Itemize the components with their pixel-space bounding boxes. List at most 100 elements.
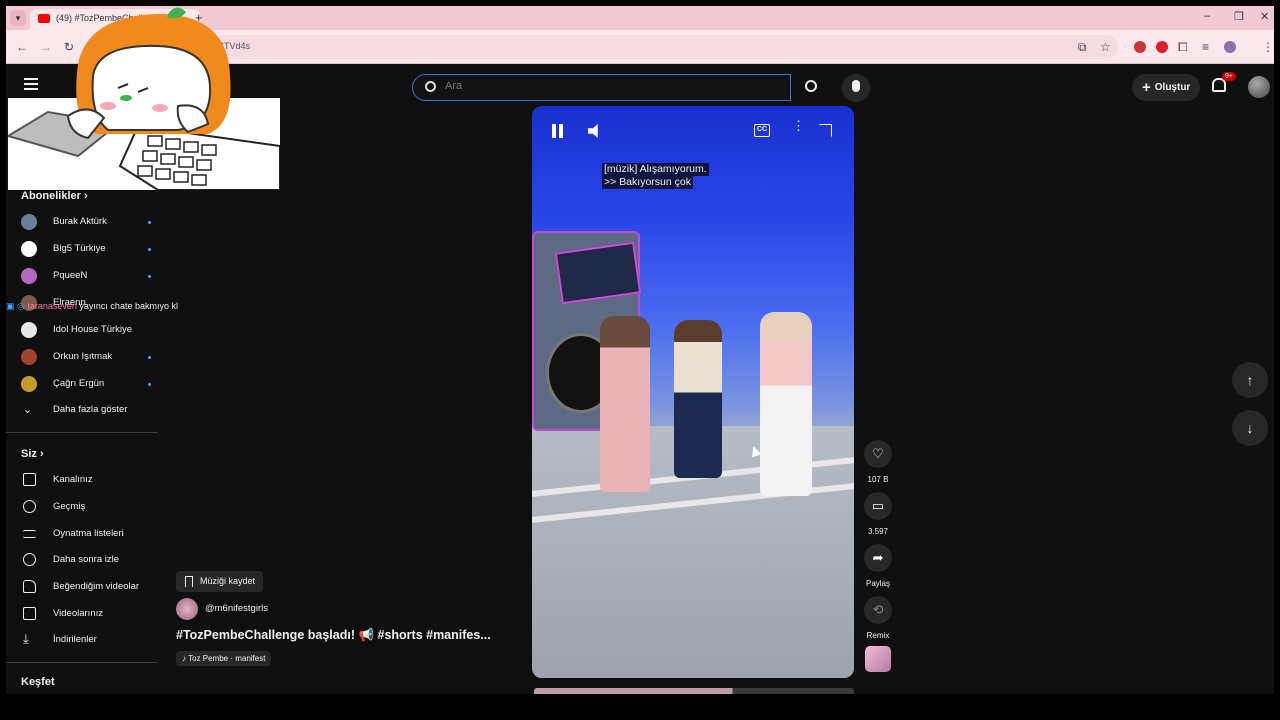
subscriptions-heading[interactable]: Abonelikler › [21, 190, 88, 202]
sidebar: Abonelikler › Burak Aktürk Big5 Türkiye … [6, 110, 166, 694]
channel-avatar [21, 349, 37, 365]
notification-badge: 9+ [1222, 72, 1236, 81]
new-content-dot [148, 275, 151, 278]
search-input[interactable] [445, 80, 775, 92]
bookmark-star-icon[interactable]: ☆ [1100, 40, 1111, 54]
sidebar-item-label: Orkun Işıtmak [53, 351, 113, 362]
sidebar-item-your-channel[interactable]: Kanalınız [21, 470, 161, 492]
chrome-menu-icon[interactable]: ⋮ [1262, 40, 1274, 54]
sidebar-item-downloads[interactable]: ⤓ İndirilenler [21, 630, 161, 652]
fullscreen-icon[interactable] [819, 124, 832, 137]
sidebar-item-label: PqueeN [53, 270, 88, 281]
sidebar-item-history[interactable]: Geçmiş [21, 497, 161, 519]
cast-icon[interactable]: ⧉ [1078, 40, 1087, 55]
sidebar-item-watch-later[interactable]: Daha sonra izle [21, 550, 161, 572]
comment-icon[interactable]: ▭ [864, 492, 892, 520]
comment-count: 3.597 [867, 527, 889, 536]
like-heart-icon[interactable]: ♡ [864, 440, 892, 468]
sidebar-item-label: Videolarınız [53, 608, 103, 619]
sidebar-item-label: Idol House Türkiye [53, 324, 133, 335]
channel-avatar [21, 214, 37, 230]
playlists-icon [23, 530, 36, 538]
media-controls-icon[interactable]: ≡ [1202, 40, 1209, 54]
like-action[interactable]: ♡ 107 B [860, 440, 896, 484]
channel-avatar [21, 241, 37, 257]
sidebar-item-label: Çağrı Ergün [53, 378, 105, 389]
channel-avatar [21, 268, 37, 284]
sidebar-item-liked-videos[interactable]: Beğendiğim videolar [21, 577, 161, 599]
sidebar-item-label: Oynatma listeleri [53, 528, 124, 539]
minimize-button[interactable]: – [1204, 10, 1210, 22]
opera-extension-icon[interactable] [1156, 41, 1168, 53]
you-heading[interactable]: Siz › [21, 448, 44, 460]
like-icon [23, 580, 36, 593]
sidebar-item-label: Geçmiş [53, 501, 86, 512]
sidebar-item-pqueen[interactable]: PqueeN [21, 266, 161, 288]
watch-later-icon [23, 553, 36, 566]
more-options-icon[interactable]: ⋮ [792, 119, 805, 132]
chevron-down-icon: ⌄ [23, 404, 33, 416]
sidebar-item-big5-turkiye[interactable]: Big5 Türkiye [21, 239, 161, 261]
next-short-preview[interactable] [534, 688, 854, 694]
sidebar-item-playlists[interactable]: Oynatma listeleri [21, 524, 161, 546]
close-window-button[interactable]: ✕ [1260, 10, 1269, 23]
explore-heading[interactable]: Keşfet [21, 676, 55, 688]
music-link[interactable]: ♪ Toz Pembe · manifest [176, 651, 272, 666]
share-label: Paylaş [865, 579, 890, 588]
video-title[interactable]: #TozPembeChallenge başladı! 📢 #shorts #m… [176, 628, 491, 643]
caption-line: [müzik] Alışamıyorum. [602, 163, 709, 176]
comment-action[interactable]: ▭ 3.597 [860, 492, 896, 536]
sidebar-item-orkun-isitmak[interactable]: Orkun Işıtmak [21, 347, 161, 369]
sidebar-item-your-videos[interactable]: Videolarınız [21, 604, 161, 626]
bookmark-icon [185, 576, 193, 587]
sidebar-item-label: Big5 Türkiye [53, 243, 106, 254]
extension-icon[interactable] [1134, 41, 1146, 53]
next-short-button[interactable]: ↓ [1232, 410, 1268, 446]
video-dancer-left [600, 316, 650, 492]
search-box[interactable] [412, 74, 791, 101]
share-action[interactable]: ➦ Paylaş [860, 544, 896, 588]
search-button[interactable] [794, 74, 830, 101]
sidebar-item-label: Burak Aktürk [53, 216, 107, 227]
sidebar-item-label: İndirilenler [53, 634, 97, 645]
video-dancer-middle [674, 320, 722, 478]
boombox-screen [554, 241, 642, 305]
like-count: 107 B [867, 475, 889, 484]
search-icon [805, 80, 817, 92]
sidebar-item-burak-akturk[interactable]: Burak Aktürk [21, 212, 161, 234]
channel-handle[interactable]: @m6nifestgirls [205, 603, 268, 614]
sound-thumbnail[interactable] [865, 646, 891, 672]
your-videos-icon [23, 607, 36, 620]
channel-avatar [21, 322, 37, 338]
show-more-button[interactable]: ⌄ Daha fazla göster [21, 400, 161, 422]
captions: [müzik] Alışamıyorum. >> Bakıyorsun çok [602, 163, 709, 189]
show-more-label: Daha fazla göster [53, 404, 128, 415]
share-icon[interactable]: ➦ [864, 544, 892, 572]
previous-short-button[interactable]: ↑ [1232, 362, 1268, 398]
profile-avatar-icon[interactable] [1224, 41, 1236, 53]
sidebar-item-cagri-ergun[interactable]: Çağrı Ergün [21, 374, 161, 396]
create-button[interactable]: + Oluştur [1132, 74, 1200, 101]
sidebar-item-label: Beğendiğim videolar [53, 581, 140, 592]
volume-icon[interactable] [588, 124, 598, 138]
microphone-icon [852, 80, 860, 92]
downloads-icon: ⤓ [23, 631, 29, 646]
caption-line: >> Bakıyorsun çok [602, 176, 693, 189]
voice-search-button[interactable] [842, 74, 870, 102]
channel-avatar [21, 376, 37, 392]
extensions-puzzle-icon[interactable]: ⧠ [1178, 40, 1188, 55]
maximize-button[interactable]: ❐ [1234, 10, 1244, 23]
video-dancer-right [760, 312, 812, 496]
sidebar-item-idol-house[interactable]: Idol House Türkiye [21, 320, 161, 342]
history-icon [23, 500, 36, 513]
streamer-mascot-overlay [8, 7, 280, 190]
save-music-button[interactable]: Müziği kaydet [176, 571, 264, 592]
pause-icon[interactable] [552, 124, 566, 138]
channel-avatar[interactable] [176, 598, 198, 620]
captions-button[interactable]: CC [754, 124, 770, 137]
account-avatar[interactable] [1248, 76, 1270, 98]
screen: ▾ (49) #TozPembeChallen + – ❐ ✕ ← → ↻ ST… [6, 6, 1274, 694]
shorts-video-player[interactable]: CC ⋮ [müzik] Alışamıyorum. >> Bakıyorsun… [532, 106, 854, 678]
remix-action[interactable]: ⟲ Remix [860, 596, 896, 640]
remix-icon[interactable]: ⟲ [864, 596, 892, 624]
